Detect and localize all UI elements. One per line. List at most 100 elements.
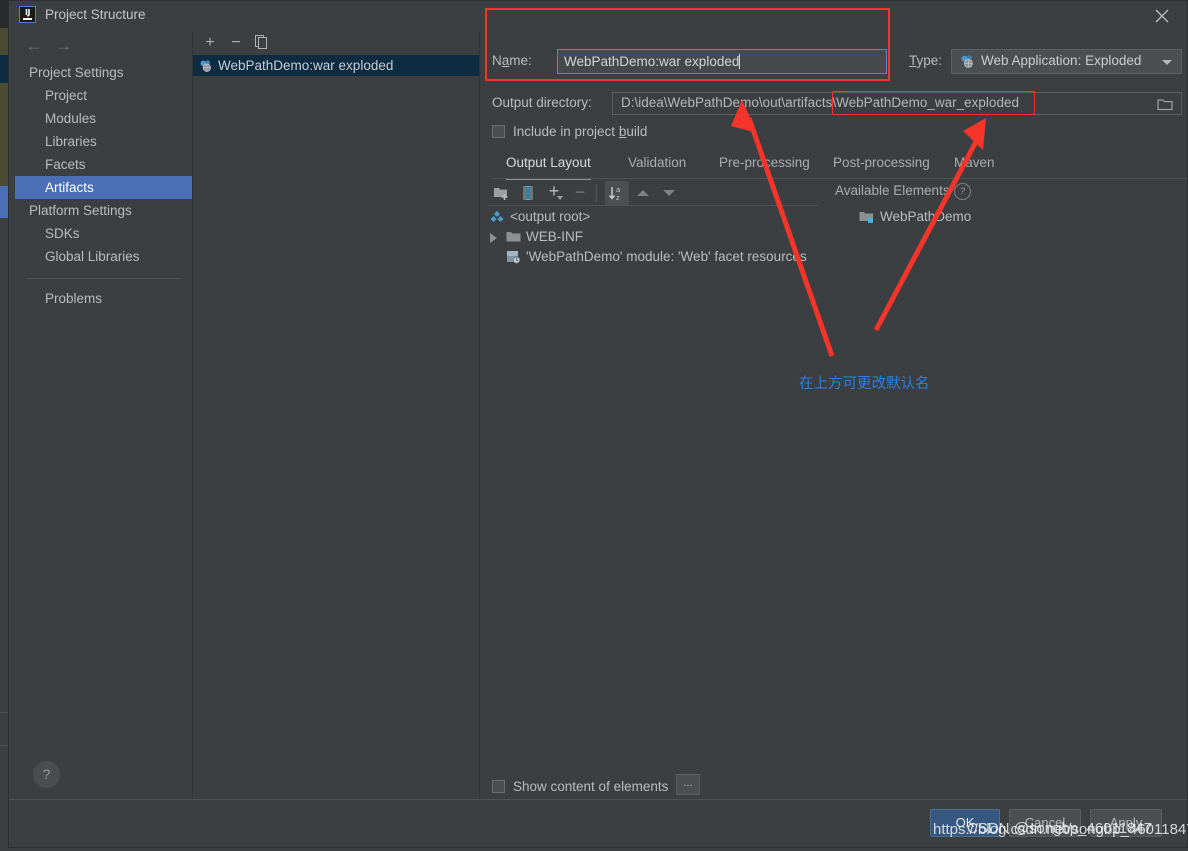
triangle-down-icon [663, 190, 675, 196]
expand-triangle-icon[interactable] [490, 233, 497, 243]
triangle-up-icon [637, 190, 649, 196]
add-element-button[interactable]: + [542, 181, 566, 205]
artifact-name-value: WebPathDemo:war exploded [564, 54, 740, 69]
show-content-checkbox[interactable] [492, 780, 505, 793]
show-content-options-button[interactable]: ... [676, 774, 700, 795]
show-content-row: Show content of elements ... [480, 769, 1187, 801]
sidebar-divider [27, 278, 180, 279]
artifact-icon [200, 60, 211, 72]
close-button[interactable] [1139, 1, 1185, 29]
tab-label: Post-processing [833, 155, 930, 170]
sidebar-label: Facets [45, 157, 86, 172]
output-layout-tree: <output root> WEB-INF 'WebPathDemo' modu… [486, 207, 826, 267]
add-artifact-button[interactable]: + [199, 32, 221, 54]
sidebar-item-modules[interactable]: Modules [15, 107, 192, 130]
copy-artifact-button[interactable] [251, 32, 273, 54]
move-down-button[interactable] [657, 181, 681, 205]
module-icon [859, 212, 873, 223]
sidebar-item-facets[interactable]: Facets [15, 153, 192, 176]
move-up-button[interactable] [631, 181, 655, 205]
settings-nav-panel: ← → Project Settings Project Modules Lib… [15, 29, 193, 801]
show-content-label: Show content of elements [513, 779, 669, 794]
list-item[interactable]: WebPathDemo [835, 207, 1175, 227]
tree-row-label: WEB-INF [526, 229, 583, 244]
minus-icon: − [231, 34, 241, 51]
arrow-left-icon[interactable]: ← [21, 35, 47, 57]
help-button[interactable]: ? [33, 761, 60, 788]
dialog-title: Project Structure [45, 7, 146, 22]
ok-button[interactable]: OK [930, 809, 1000, 837]
include-in-build-checkbox[interactable] [492, 125, 505, 138]
show-content-of-elements-row[interactable]: Show content of elements [492, 779, 668, 794]
tab-label: Maven [954, 155, 995, 170]
tab-pre-processing[interactable]: Pre-processing [719, 153, 810, 178]
output-directory-label: Output directory: [492, 95, 592, 110]
chevron-down-icon [557, 196, 563, 200]
add-directory-button[interactable] [490, 181, 514, 205]
available-elements-help-icon[interactable]: ? [954, 183, 971, 200]
tab-post-processing[interactable]: Post-processing [833, 153, 930, 178]
apply-button[interactable]: Apply [1090, 809, 1162, 837]
logo-letters: IJ [25, 8, 30, 17]
add-archive-button[interactable] [516, 181, 540, 205]
svg-text:a: a [616, 186, 620, 194]
sidebar-item-artifacts[interactable]: Artifacts [15, 176, 192, 199]
tree-row-label: <output root> [510, 209, 591, 224]
sidebar-label: Global Libraries [45, 249, 140, 264]
screen-root: IJ Project Structure ← → Project Setting… [0, 0, 1188, 851]
artifact-list-item-label: WebPathDemo:war exploded [218, 58, 394, 73]
sidebar-item-project[interactable]: Project [15, 84, 192, 107]
artifact-editor-panel: Name: WebPathDemo:war exploded Type: Web… [480, 29, 1187, 801]
sidebar-label: Artifacts [45, 180, 94, 195]
sort-button[interactable]: a z [605, 181, 629, 205]
tree-row[interactable]: <output root> [486, 207, 826, 227]
plus-icon: + [205, 34, 215, 51]
artifact-name-input[interactable]: WebPathDemo:war exploded [557, 49, 887, 74]
tab-label: Validation [628, 155, 687, 170]
arrow-right-icon[interactable]: → [51, 35, 77, 57]
artifact-list-item[interactable]: WebPathDemo:war exploded [193, 55, 479, 76]
artifacts-toolbar: + − [193, 29, 479, 57]
artifact-tabs: Output Layout Validation Pre-processing … [492, 153, 1187, 180]
available-elements-header: Available Elements [835, 183, 950, 198]
sidebar-label: Problems [45, 291, 103, 306]
tree-row-label: 'WebPathDemo' module: 'Web' facet resour… [526, 249, 807, 264]
tree-row[interactable]: WEB-INF [486, 227, 826, 247]
folder-icon[interactable] [1157, 97, 1173, 111]
settings-nav-list: Project Settings Project Modules Librari… [15, 61, 192, 310]
logo-underbar [23, 18, 32, 20]
sidebar-item-libraries[interactable]: Libraries [15, 130, 192, 153]
output-directory-row: Output directory: D:\idea\WebPathDemo\ou… [492, 92, 1182, 116]
tree-row[interactable]: 'WebPathDemo' module: 'Web' facet resour… [486, 247, 826, 267]
remove-element-button[interactable]: − [568, 181, 592, 205]
include-in-build-label: Include in project build [513, 124, 648, 139]
sidebar-label: SDKs [45, 226, 80, 241]
sidebar-item-global-libraries[interactable]: Global Libraries [15, 245, 192, 268]
list-item-label: WebPathDemo [880, 209, 972, 224]
remove-artifact-button[interactable]: − [225, 32, 247, 54]
cancel-button-label: Cancel [1024, 815, 1066, 830]
tab-maven[interactable]: Maven [954, 153, 995, 178]
output-directory-value: D:\idea\WebPathDemo\out\artifacts\WebPat… [621, 95, 1019, 110]
name-label: Name: [492, 53, 532, 68]
tab-validation[interactable]: Validation [628, 153, 686, 178]
output-layout-divider [488, 205, 818, 206]
output-directory-input[interactable]: D:\idea\WebPathDemo\out\artifacts\WebPat… [612, 92, 1182, 115]
archive-icon [523, 186, 533, 200]
tab-label: Pre-processing [719, 155, 810, 170]
include-in-build-row[interactable]: Include in project build [492, 124, 647, 139]
cancel-button[interactable]: Cancel [1009, 809, 1081, 837]
facet-resources-icon [507, 251, 521, 264]
artifact-type-dropdown[interactable]: Web Application: Exploded [951, 49, 1182, 74]
tab-label: Output Layout [506, 155, 591, 170]
sidebar-label: Platform Settings [29, 203, 132, 218]
intellij-logo-icon: IJ [19, 6, 36, 23]
sidebar-item-problems[interactable]: Problems [15, 287, 192, 310]
sort-az-icon: a z [608, 186, 620, 202]
sidebar-item-sdks[interactable]: SDKs [15, 222, 192, 245]
folder-add-icon [494, 188, 508, 200]
sidebar-item-project-settings[interactable]: Project Settings [15, 61, 192, 84]
sidebar-item-platform-settings[interactable]: Platform Settings [15, 199, 192, 222]
tab-output-layout[interactable]: Output Layout [506, 153, 591, 180]
name-row: Name: WebPathDemo:war exploded Type: Web… [492, 49, 1182, 75]
